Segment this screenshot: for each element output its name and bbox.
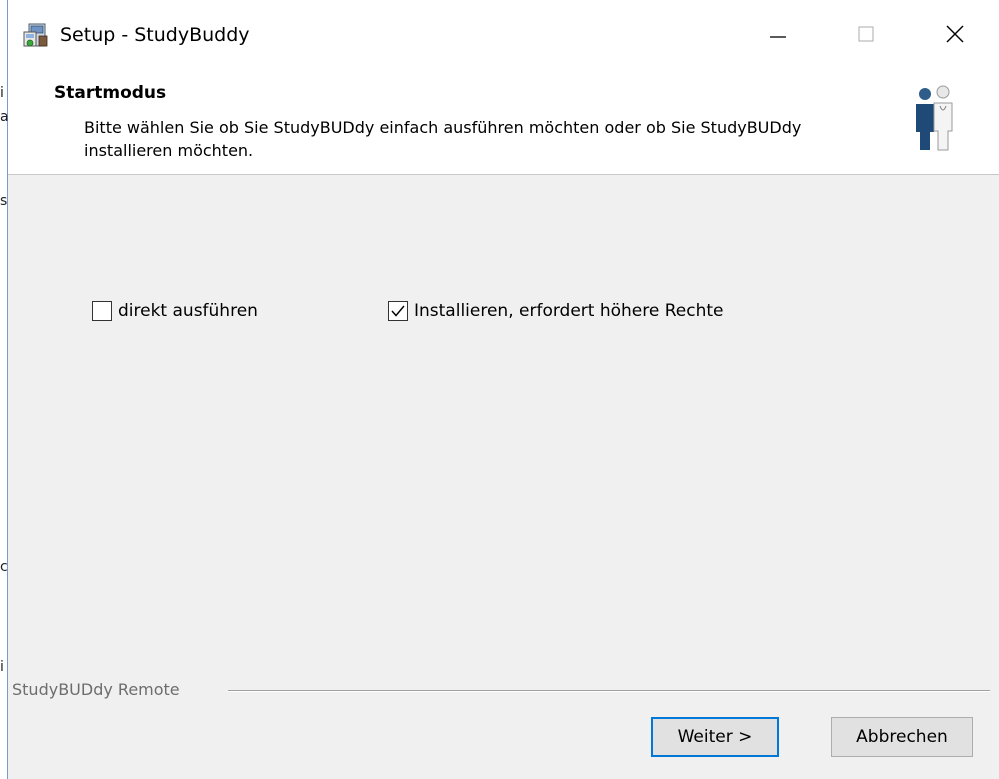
maximize-icon bbox=[858, 26, 874, 42]
title-bar[interactable]: Setup - StudyBuddy bbox=[8, 0, 999, 68]
background-text-fragment: i bbox=[0, 85, 4, 101]
wizard-header: Startmodus Bitte wählen Sie ob Sie Study… bbox=[8, 68, 999, 175]
minimize-icon bbox=[770, 36, 786, 38]
install-label: Installieren, erfordert höhere Rechte bbox=[414, 301, 724, 321]
background-text-fragment: c bbox=[0, 559, 8, 575]
background-window-edge: i a s c i bbox=[0, 0, 9, 779]
people-icon bbox=[912, 82, 956, 152]
close-icon bbox=[946, 25, 964, 43]
background-text-fragment: i bbox=[0, 659, 4, 675]
setup-window: i a s c i Setup - StudyBuddy Startmodus … bbox=[0, 0, 999, 779]
page-description: Bitte wählen Sie ob Sie StudyBUDdy einfa… bbox=[84, 118, 802, 160]
background-text-fragment: s bbox=[0, 193, 8, 209]
option-run-directly[interactable]: direkt ausführen bbox=[92, 298, 258, 324]
run-directly-label: direkt ausführen bbox=[118, 301, 258, 321]
option-install[interactable]: Installieren, erfordert höhere Rechte bbox=[388, 298, 724, 324]
setup-installer-icon bbox=[22, 22, 52, 50]
page-title: Startmodus bbox=[54, 83, 167, 103]
run-directly-checkbox[interactable] bbox=[92, 301, 112, 321]
next-button[interactable]: Weiter > bbox=[651, 717, 779, 757]
group-label: StudyBUDdy Remote bbox=[12, 680, 180, 699]
minimize-button[interactable] bbox=[734, 0, 822, 68]
group-divider bbox=[228, 690, 990, 692]
cancel-button[interactable]: Abbrechen bbox=[831, 717, 973, 757]
window-title: Setup - StudyBuddy bbox=[60, 24, 250, 46]
maximize-button[interactable] bbox=[822, 0, 910, 68]
install-checkbox[interactable] bbox=[388, 301, 408, 321]
close-button[interactable] bbox=[911, 0, 999, 68]
checkmark-icon bbox=[391, 305, 405, 317]
